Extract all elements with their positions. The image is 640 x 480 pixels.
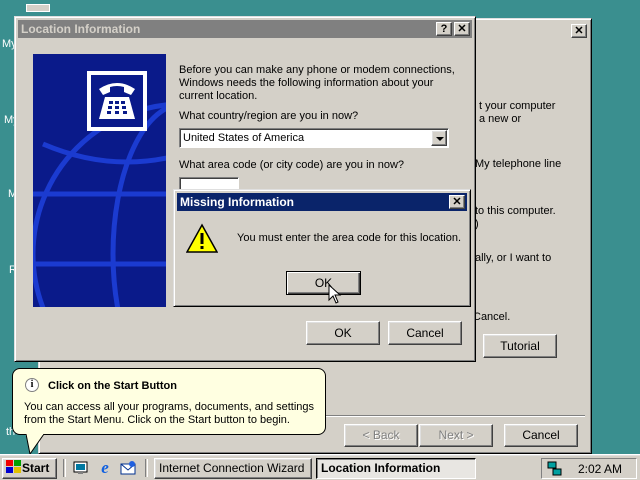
system-tray: 2:02 AM — [541, 458, 637, 479]
internet-explorer-icon[interactable]: e — [97, 459, 113, 476]
ok-button[interactable]: OK — [286, 271, 361, 295]
taskbar-item-location-information[interactable]: Location Information — [316, 458, 476, 479]
telephone-icon — [87, 71, 147, 131]
wizard-text-line: to this computer. — [475, 205, 556, 217]
close-button[interactable]: ✕ — [449, 195, 465, 209]
desktop-icon[interactable] — [26, 4, 50, 12]
taskbar: Start e Internet Connection Wizard Locat… — [0, 454, 640, 480]
cancel-button[interactable]: Cancel — [388, 321, 462, 345]
chevron-down-icon[interactable] — [431, 130, 447, 146]
mouse-pointer-icon — [328, 284, 342, 304]
ok-button[interactable]: OK — [306, 321, 380, 345]
taskbar-item-connection-wizard[interactable]: Internet Connection Wizard — [154, 458, 312, 479]
location-graphic-panel — [33, 54, 166, 307]
clock[interactable]: 2:02 AM — [578, 462, 622, 476]
tooltip-pointer — [26, 434, 45, 456]
network-connection-icon[interactable] — [547, 461, 563, 477]
start-tooltip-balloon: i Click on the Start Button You can acce… — [12, 368, 326, 435]
country-select[interactable]: United States of America — [179, 128, 449, 148]
dialog-title: Missing Information — [180, 195, 294, 209]
show-desktop-icon[interactable] — [73, 460, 89, 476]
warning-icon — [185, 223, 219, 255]
tooltip-body: You can access all your programs, docume… — [24, 401, 315, 426]
missing-info-message: You must enter the area code for this lo… — [237, 232, 462, 244]
quick-launch-divider — [145, 459, 148, 477]
outlook-express-icon[interactable] — [120, 460, 136, 476]
cancel-button[interactable]: Cancel — [504, 424, 578, 447]
intro-text: Before you can make any phone or modem c… — [179, 64, 455, 102]
country-question-label: What country/region are you in now? — [179, 110, 359, 122]
wizard-text-line: ally, or I want to — [475, 252, 552, 264]
country-select-value: United States of America — [183, 132, 305, 144]
help-button[interactable]: ? — [436, 22, 452, 36]
quick-launch-divider — [63, 459, 66, 477]
missing-information-dialog: Missing Information ✕ You must enter the… — [173, 189, 471, 307]
start-button[interactable]: Start — [2, 458, 57, 479]
wizard-text-line: a new or — [479, 113, 522, 125]
start-label: Start — [22, 461, 50, 475]
dialog-titlebar[interactable]: Location Information ? ✕ — [18, 20, 472, 38]
close-button[interactable]: ✕ — [454, 22, 470, 36]
dialog-title: Location Information — [21, 22, 141, 36]
tooltip-title: Click on the Start Button — [48, 380, 177, 392]
wizard-text-line: My telephone line — [475, 158, 562, 170]
wizard-text-line: t your computer — [479, 100, 556, 112]
area-code-question-label: What area code (or city code) are you in… — [179, 159, 405, 171]
next-button[interactable]: Next > — [419, 424, 493, 447]
info-icon: i — [25, 378, 39, 392]
back-button[interactable]: < Back — [344, 424, 418, 447]
tutorial-button[interactable]: Tutorial — [483, 334, 557, 358]
close-button[interactable]: ✕ — [571, 24, 587, 38]
dialog-titlebar[interactable]: Missing Information ✕ — [177, 193, 467, 211]
wizard-text-line: Cancel. — [473, 311, 511, 323]
windows-logo-icon — [6, 460, 21, 473]
